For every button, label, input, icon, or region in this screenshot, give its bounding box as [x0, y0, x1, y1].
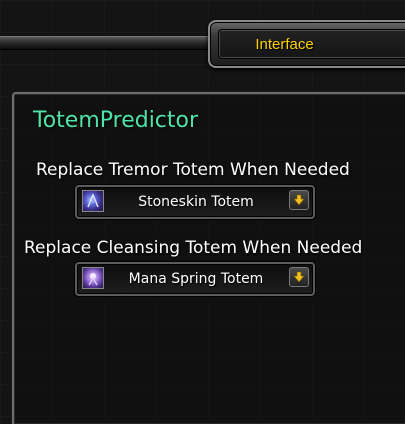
tab-inner-frame: Interface: [218, 29, 405, 59]
dropdown-selected-value: Stoneskin Totem: [138, 194, 254, 210]
option-label-tremor: Replace Tremor Totem When Needed: [36, 160, 350, 180]
chevron-down-icon: [293, 271, 305, 283]
dropdown-arrow-button[interactable]: [289, 190, 309, 210]
tab-interface[interactable]: Interface: [208, 20, 405, 68]
option-label-cleansing: Replace Cleansing Totem When Needed: [24, 238, 363, 258]
tab-label: Interface: [255, 35, 314, 53]
dropdown-selected-value: Mana Spring Totem: [128, 271, 264, 287]
mana-spring-totem-icon: [82, 267, 104, 289]
dropdown-arrow-button[interactable]: [289, 267, 309, 287]
chevron-down-icon: [293, 194, 305, 206]
dropdown-cleansing-replacement[interactable]: Mana Spring Totem: [75, 262, 315, 296]
tremor-totem-icon: [82, 190, 104, 212]
options-panel: [12, 92, 405, 424]
addon-title: TotemPredictor: [33, 108, 199, 133]
dropdown-tremor-replacement[interactable]: Stoneskin Totem: [75, 185, 315, 219]
